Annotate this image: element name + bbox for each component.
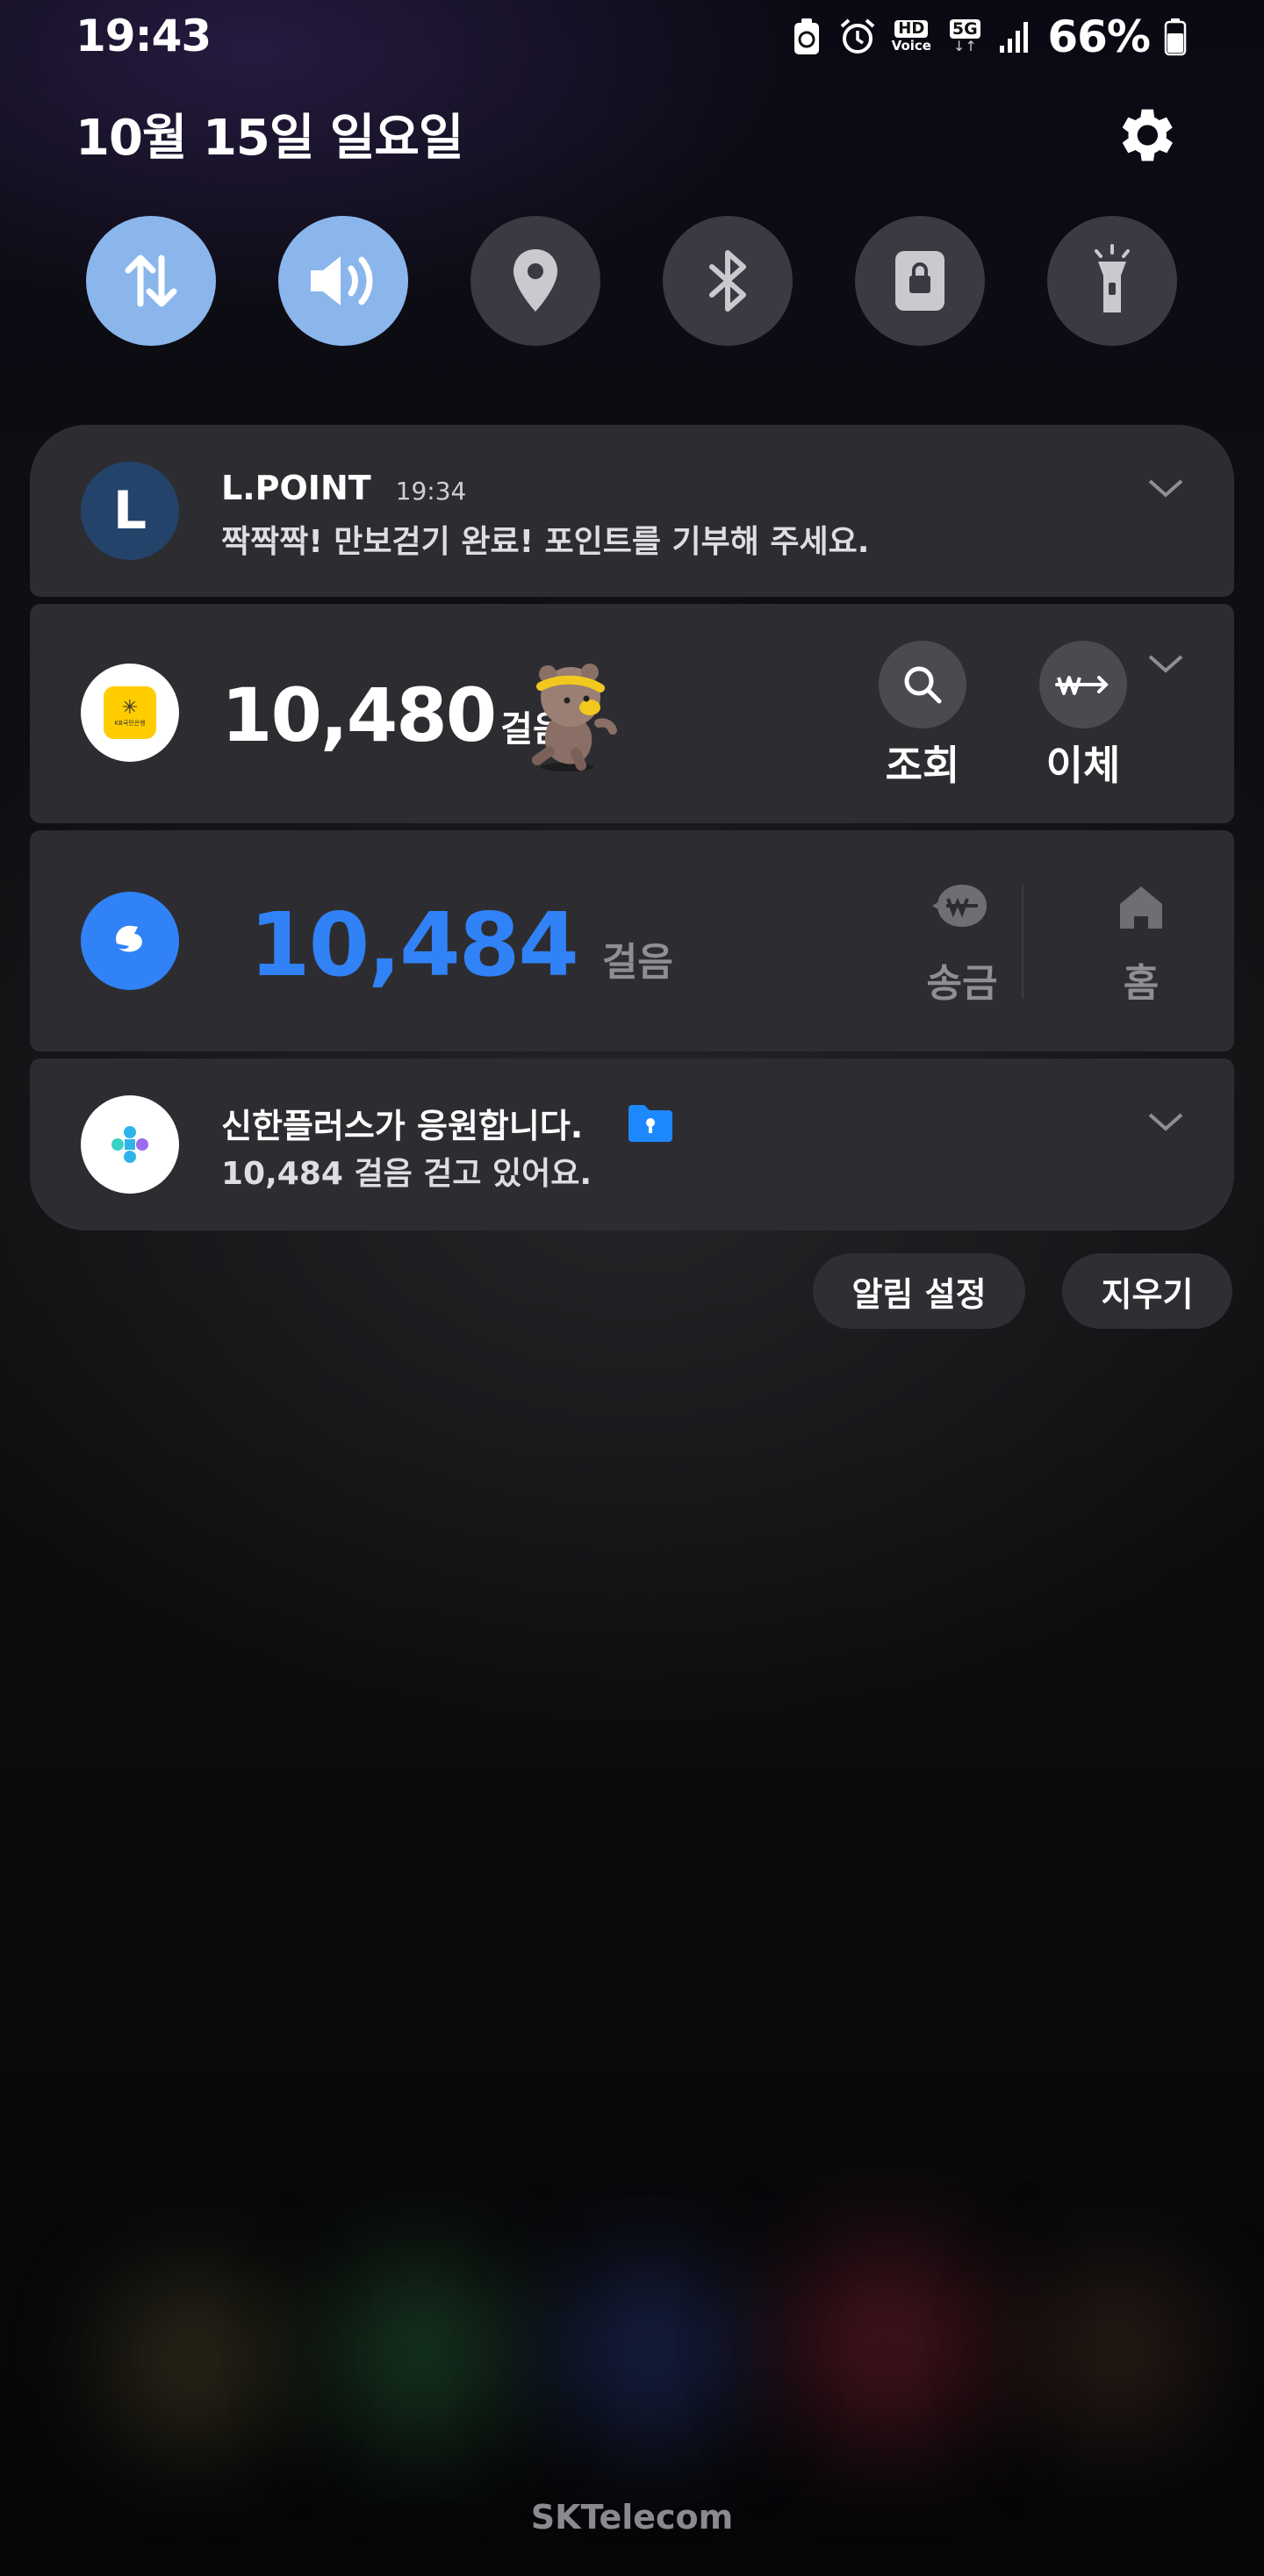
toss-logo-icon xyxy=(116,925,142,952)
expand-lpoint-button[interactable] xyxy=(1146,474,1185,500)
toss-home-label[interactable]: 홈 xyxy=(1071,951,1211,1008)
speaker-icon xyxy=(311,256,373,305)
search-icon xyxy=(904,666,942,704)
expand-shinhan-button[interactable] xyxy=(1146,1108,1185,1134)
kb-logo: ✳︎ KB국민은행 xyxy=(104,686,156,739)
divider xyxy=(1022,885,1023,999)
bear-walking-image xyxy=(514,655,628,774)
hd-voice-icon: HD Voice xyxy=(891,19,931,54)
notification-shinhan[interactable]: 신한플러스가 응원합니다. 10,484 걸음 걷고 있어요. xyxy=(30,1058,1234,1231)
wallpaper-glow-brown xyxy=(1036,2273,1194,2431)
notification-settings-button[interactable]: 알림 설정 xyxy=(813,1253,1025,1329)
wallpaper-glow-green xyxy=(334,2264,509,2440)
toss-step-unit: 걸음 xyxy=(601,940,673,985)
shinhan-app-icon xyxy=(81,1095,179,1194)
toggle-location[interactable] xyxy=(470,216,600,346)
settings-button[interactable] xyxy=(1110,100,1180,170)
lpoint-time: 19:34 xyxy=(395,477,467,506)
toss-app-icon xyxy=(81,892,179,990)
chevron-down-icon xyxy=(1148,655,1183,673)
alarm-icon xyxy=(838,18,877,56)
notification-toss-steps[interactable]: 10,484 걸음 송금 홈 xyxy=(30,830,1234,1051)
5g-icon: 5G ↓↑ xyxy=(945,18,984,56)
battery-icon xyxy=(1162,18,1189,56)
shinhan-plus-logo-icon xyxy=(111,1126,148,1163)
chevron-down-icon xyxy=(1148,479,1183,498)
notification-lpoint[interactable]: L L.POINT 19:34 짝짝짝! 만보걷기 완료! 포인트를 기부해 주… xyxy=(30,425,1234,597)
battery-saver-icon xyxy=(787,18,826,56)
home-icon xyxy=(1120,886,1162,929)
notification-kb-steps[interactable]: ✳︎ KB국민은행 10,480 걸음 조회 이체 xyxy=(30,604,1234,823)
shinhan-message: 10,484 걸음 걷고 있어요. xyxy=(221,1156,592,1192)
toss-send-label[interactable]: 송금 xyxy=(892,951,1032,1008)
secure-folder-icon xyxy=(628,1104,673,1142)
kb-step-count: 10,480 xyxy=(221,672,497,758)
battery-percent: 66% xyxy=(1047,11,1151,62)
clear-all-button[interactable]: 지우기 xyxy=(1062,1253,1232,1329)
lpoint-app-name: L.POINT xyxy=(221,469,371,507)
kb-search-button[interactable] xyxy=(879,641,966,728)
toss-send-button[interactable] xyxy=(932,881,992,934)
wallpaper-glow-red xyxy=(790,2247,983,2440)
expand-kb-button[interactable] xyxy=(1146,649,1185,676)
location-pin-icon xyxy=(514,249,557,312)
kb-transfer-button[interactable] xyxy=(1039,641,1127,728)
data-arrows-icon xyxy=(125,255,177,307)
won-transfer-icon xyxy=(1055,676,1109,695)
date-label: 10월 15일 일요일 xyxy=(75,110,463,167)
chevron-down-icon xyxy=(1148,1113,1183,1131)
status-time: 19:43 xyxy=(75,11,212,61)
toggle-bluetooth[interactable] xyxy=(663,216,793,346)
wallpaper-glow-yellow xyxy=(114,2282,272,2440)
toggle-rotation-lock[interactable] xyxy=(855,216,985,346)
wallpaper-glow-blue xyxy=(562,2264,737,2440)
bluetooth-icon xyxy=(709,250,746,312)
won-send-icon xyxy=(932,885,987,927)
toss-step-count: 10,484 xyxy=(249,893,579,996)
signal-icon xyxy=(996,18,1035,56)
toss-home-button[interactable] xyxy=(1115,881,1167,934)
carrier-label: SKTelecom xyxy=(530,2498,734,2537)
toggle-mobile-data[interactable] xyxy=(86,216,216,346)
gear-icon xyxy=(1122,109,1173,161)
kb-transfer-label[interactable]: 이체 xyxy=(1013,734,1153,792)
toggle-sound[interactable] xyxy=(278,216,408,346)
toggle-flashlight[interactable] xyxy=(1047,216,1177,346)
flashlight-icon xyxy=(1095,244,1130,312)
lock-icon xyxy=(895,251,944,311)
shinhan-title: 신한플러스가 응원합니다. xyxy=(221,1107,584,1145)
lpoint-app-icon: L xyxy=(81,462,179,560)
kb-search-label[interactable]: 조회 xyxy=(852,734,993,792)
kb-app-icon: ✳︎ KB국민은행 xyxy=(81,664,179,762)
lpoint-message: 짝짝짝! 만보걷기 완료! 포인트를 기부해 주세요. xyxy=(221,524,870,560)
status-icons: HD Voice 5G ↓↑ 66% xyxy=(787,11,1189,63)
